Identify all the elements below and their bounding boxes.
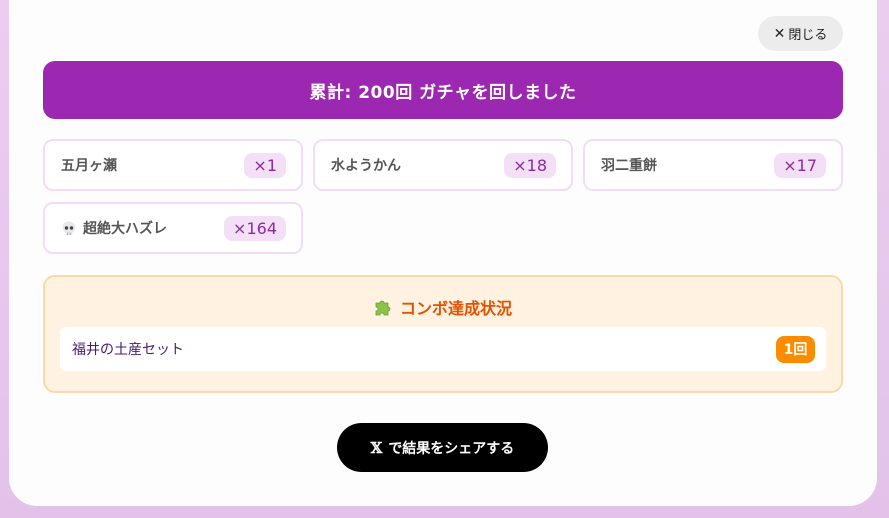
combo-count-badge: 1回 — [776, 335, 815, 363]
close-button-label: 閉じる — [788, 28, 828, 43]
combo-name: 福井の土産セット — [72, 342, 184, 358]
total-banner-text: 累計: 200回 ガチャを回しました — [309, 82, 577, 103]
item-count-badge: ×164 — [224, 215, 286, 241]
x-logo-icon: 𝕏 — [370, 438, 383, 457]
result-item-card: 超絶大ハズレ ×164 — [43, 202, 303, 254]
close-button[interactable]: ✕ 閉じる — [758, 16, 843, 51]
result-item-card: 五月ヶ瀬 ×1 — [43, 139, 303, 191]
combo-title: コンボ達成状況 — [45, 295, 841, 319]
share-button-label: で結果をシェアする — [388, 440, 515, 457]
item-name: 五月ヶ瀬 — [61, 158, 117, 174]
item-count-badge: ×18 — [504, 152, 556, 178]
item-name: 超絶大ハズレ — [83, 221, 167, 237]
close-icon: ✕ — [773, 25, 786, 42]
item-name-with-icon: 超絶大ハズレ — [61, 218, 167, 238]
combo-status-panel: コンボ達成状況 福井の土産セット 1回 — [43, 275, 843, 393]
result-item-card: 水ようかん ×18 — [313, 139, 573, 191]
puzzle-piece-icon — [375, 300, 391, 316]
combo-title-text: コンボ達成状況 — [399, 299, 512, 318]
item-count-badge: ×17 — [774, 152, 826, 178]
share-on-x-button[interactable]: 𝕏 で結果をシェアする — [337, 423, 548, 472]
total-banner: 累計: 200回 ガチャを回しました — [43, 61, 843, 119]
combo-row: 福井の土産セット 1回 — [60, 327, 826, 371]
skull-icon — [62, 221, 76, 235]
result-item-card: 羽二重餅 ×17 — [583, 139, 843, 191]
item-count-badge: ×1 — [244, 152, 286, 178]
result-modal: ✕ 閉じる 累計: 200回 ガチャを回しました 五月ヶ瀬 ×1 水ようかん ×… — [9, 0, 877, 506]
item-name: 水ようかん — [331, 158, 401, 174]
item-name: 羽二重餅 — [601, 158, 657, 174]
